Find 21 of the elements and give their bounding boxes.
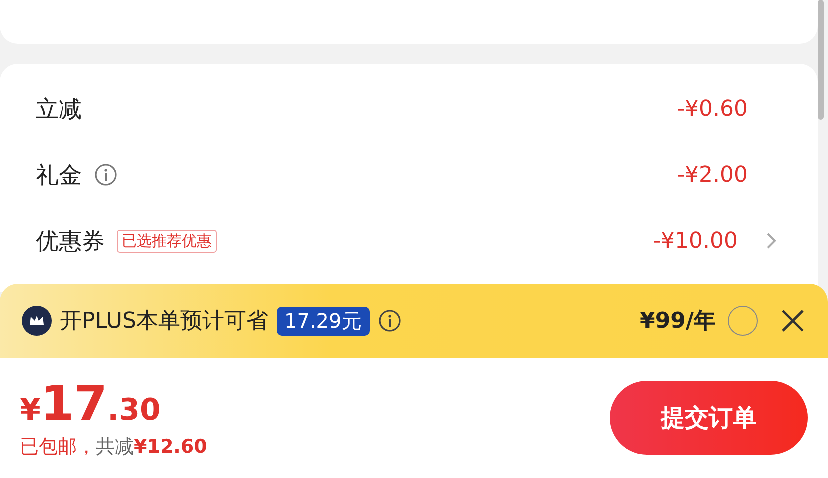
discount-amount: -¥0.60 — [677, 96, 748, 122]
savings-badge: 17.29元 — [276, 306, 370, 336]
radio-button[interactable] — [728, 306, 758, 336]
plus-text: 开PLUS本单预计可省 — [60, 308, 268, 336]
discount-label: 礼金 — [36, 162, 82, 190]
chevron-icon[interactable] — [766, 232, 778, 250]
saved-label: 共减 — [96, 435, 134, 460]
crown-icon — [22, 306, 52, 336]
total-price: ¥17.30 — [20, 376, 162, 432]
discount-amount: -¥10.00 — [653, 228, 738, 254]
info-icon[interactable] — [378, 309, 402, 333]
coupon-tag: 已选推荐优惠 — [117, 230, 217, 252]
close-button[interactable] — [780, 308, 806, 334]
submit-order-button[interactable]: 提交订单 — [610, 381, 808, 455]
discount-label: 优惠券 — [36, 228, 105, 256]
saved-amount: ¥12.60 — [134, 436, 208, 458]
discount-amount: -¥2.00 — [677, 162, 748, 188]
plus-price: ¥99/年 — [640, 308, 716, 336]
info-icon[interactable] — [94, 163, 118, 187]
shipping-text: 已包邮， — [20, 435, 96, 460]
discount-label: 立减 — [36, 96, 82, 124]
